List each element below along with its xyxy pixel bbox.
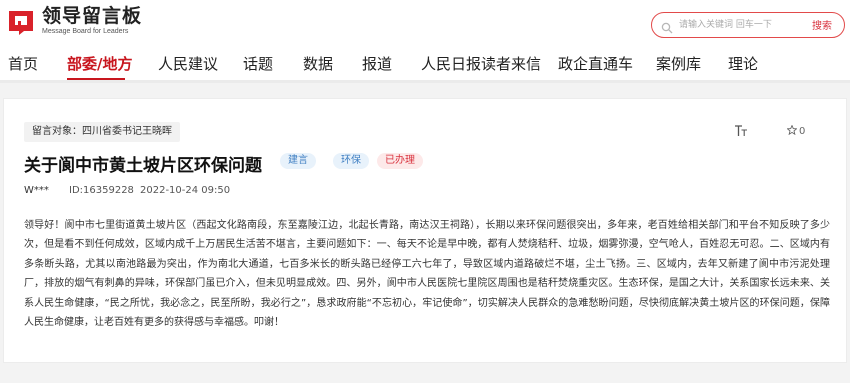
tag-environment[interactable]: 环保 (333, 153, 369, 169)
logo-text: 领导留言板 Message Board for Leaders (42, 6, 142, 36)
star-icon (786, 124, 798, 136)
message-card: 留言对象：四川省委书记王晓晖 0 关于阆中市黄土坡片区环保问题 建言 环保 已办… (3, 98, 847, 363)
nav-item-gov-enterprise[interactable]: 政企直通车 (558, 53, 633, 74)
nav-item-topics[interactable]: 话题 (243, 53, 273, 74)
nav-item-readers-letters[interactable]: 人民日报读者来信 (421, 53, 541, 74)
nav-item-data[interactable]: 数据 (303, 53, 333, 74)
site-logo[interactable]: 领导留言板 Message Board for Leaders (6, 4, 142, 38)
page-bottom-strip (0, 370, 850, 383)
logo-title: 领导留言板 (42, 5, 143, 27)
tag-suggestion[interactable]: 建言 (280, 153, 316, 169)
font-size-icon[interactable] (734, 125, 748, 140)
header: 领导留言板 Message Board for Leaders 搜索 (0, 0, 850, 46)
logo-subtitle: Message Board for Leaders (42, 28, 129, 35)
message-body: 领导好！阆中市七里街道黄土坡片区（西起文化路南段，东至嘉陵江边，北起长青路，南达… (24, 220, 830, 329)
search-input[interactable] (679, 16, 799, 34)
message-target: 留言对象：四川省委书记王晓晖 (24, 122, 180, 142)
nav-divider (0, 80, 850, 83)
nav-item-people-suggestions[interactable]: 人民建议 (158, 53, 218, 74)
like-count: 0 (799, 126, 806, 137)
message-time: 2022-10-24 09:50 (140, 185, 231, 196)
tag-status-handled: 已办理 (377, 153, 423, 169)
search-box: 搜索 (651, 12, 845, 38)
search-button[interactable]: 搜索 (812, 17, 832, 32)
logo-mark-icon (6, 6, 36, 36)
message-id: ID:16359228 (69, 185, 134, 196)
nav-item-theory[interactable]: 理论 (728, 53, 758, 74)
message-author: W*** (24, 185, 49, 196)
nav-item-home[interactable]: 首页 (8, 53, 38, 74)
nav-item-case-library[interactable]: 案例库 (656, 53, 701, 74)
search-icon[interactable] (661, 19, 673, 34)
nav-item-reports[interactable]: 报道 (362, 53, 392, 74)
main-nav: 首页 部委/地方 人民建议 话题 数据 报道 人民日报读者来信 政企直通车 案例… (0, 46, 850, 80)
message-title: 关于阆中市黄土坡片区环保问题 (24, 156, 262, 176)
nav-item-ministries-local[interactable]: 部委/地方 (67, 53, 132, 74)
like-button[interactable]: 0 (786, 124, 806, 137)
